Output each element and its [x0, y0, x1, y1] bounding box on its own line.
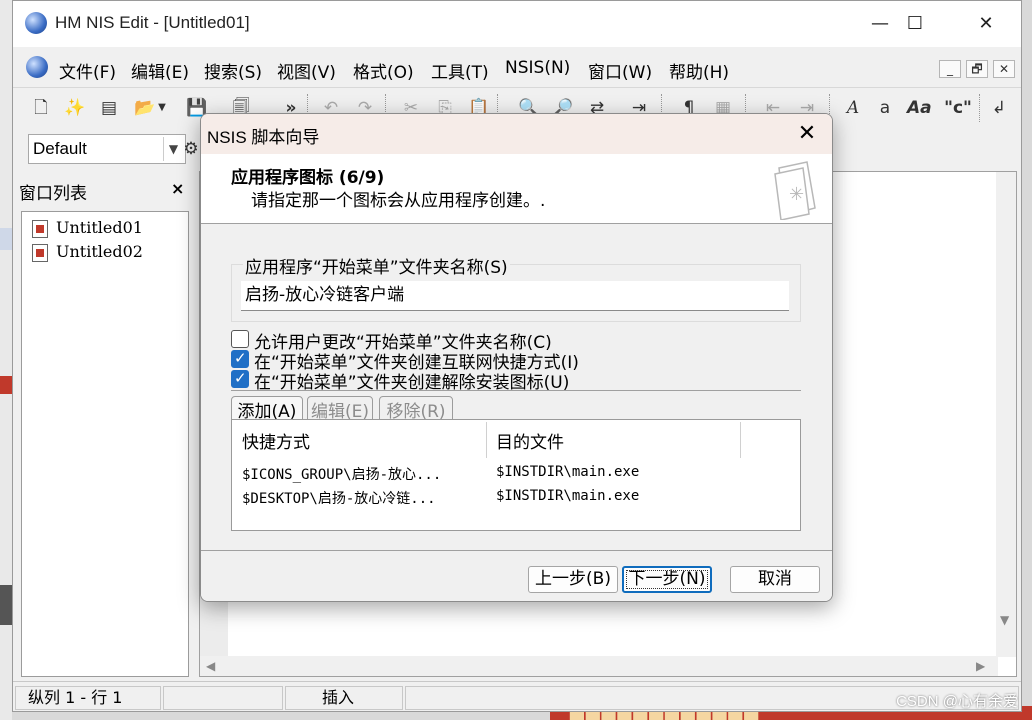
- start-menu-folder-input[interactable]: 启扬-放心冷链客户端: [241, 281, 789, 311]
- style-combo-value: Default: [33, 139, 87, 158]
- new-file-icon[interactable]: 🗋: [29, 96, 53, 120]
- menu-search[interactable]: 搜索(S): [204, 58, 262, 83]
- open-folder-icon[interactable]: 📂: [133, 96, 157, 120]
- dialog-close-button[interactable]: ✕: [782, 114, 832, 154]
- toolbar-separator: [979, 94, 980, 122]
- dialog-title: NSIS 脚本向导: [207, 128, 320, 147]
- nsis-script-icon: [32, 244, 48, 262]
- title-bar: HM NIS Edit - [Untitled01] — ☐ ✕: [13, 1, 1021, 47]
- window-list-panel: 窗口列表 × Untitled01 Untitled02: [15, 171, 195, 681]
- cancel-button[interactable]: 取消: [730, 566, 820, 593]
- mdi-close-button[interactable]: ✕: [993, 60, 1015, 78]
- font-icon[interactable]: A: [841, 96, 865, 120]
- status-cell-empty: [163, 686, 283, 710]
- nsis-wizard-dialog: NSIS 脚本向导 ✕ 应用程序图标 (6/9) 请指定那一个图标会从应用程序创…: [200, 113, 833, 602]
- lowercase-icon[interactable]: a: [873, 96, 897, 120]
- document-list: Untitled01 Untitled02: [21, 211, 189, 677]
- window-title: HM NIS Edit - [Untitled01]: [55, 13, 250, 32]
- close-button[interactable]: ✕: [957, 1, 1015, 47]
- checkbox-checked[interactable]: [231, 349, 249, 368]
- menu-format[interactable]: 格式(O): [353, 58, 414, 83]
- table-cell[interactable]: $ICONS_GROUP\启扬-放心...: [242, 464, 441, 484]
- watermark: CSDN @心有余爱: [896, 693, 1018, 710]
- background-fragment: [0, 376, 12, 394]
- background-fragment: [0, 585, 12, 625]
- column-separator[interactable]: [486, 422, 487, 458]
- mdi-minimize-button[interactable]: _: [939, 60, 961, 78]
- menu-help[interactable]: 帮助(H): [669, 58, 729, 83]
- next-button[interactable]: 下一步(N): [622, 566, 712, 593]
- template-icon[interactable]: ▤: [97, 96, 121, 120]
- wizard-icon[interactable]: ✨: [63, 96, 87, 120]
- nsis-script-icon: [32, 220, 48, 238]
- mdi-restore-button[interactable]: 🗗: [966, 60, 988, 78]
- status-bar: 纵列 1 - 行 1 插入: [13, 681, 1021, 711]
- step-subtitle: 请指定那一个图标会从应用程序创建。.: [251, 191, 546, 211]
- menu-window[interactable]: 窗口(W): [588, 58, 652, 83]
- horizontal-scrollbar[interactable]: ◀ ▶: [200, 656, 998, 676]
- checkbox-checked[interactable]: [231, 369, 249, 388]
- panel-close-button[interactable]: ×: [171, 179, 184, 198]
- app-logo-icon: [25, 12, 47, 34]
- cursor-position: 纵列 1 - 行 1: [15, 686, 161, 710]
- menu-file[interactable]: 文件(F): [59, 58, 116, 83]
- scroll-down-icon[interactable]: ▼: [1000, 613, 1009, 627]
- wrap-icon[interactable]: ↲: [987, 96, 1011, 120]
- menu-edit[interactable]: 编辑(E): [131, 58, 189, 83]
- document-menu-icon[interactable]: [26, 56, 48, 78]
- maximize-button[interactable]: ☐: [886, 1, 944, 47]
- document-wizard-icon: ✳: [774, 161, 816, 220]
- svg-text:✳: ✳: [789, 184, 804, 205]
- menu-bar: 文件(F) 编辑(E) 搜索(S) 视图(V) 格式(O) 工具(T) NSIS…: [13, 51, 1021, 85]
- step-title: 应用程序图标 (6/9): [231, 168, 385, 188]
- panel-title: 窗口列表: [19, 184, 87, 204]
- wizard-header: 应用程序图标 (6/9) 请指定那一个图标会从应用程序创建。. ✳: [201, 154, 832, 224]
- divider: [231, 390, 801, 391]
- column-header-target[interactable]: 目的文件: [496, 428, 564, 453]
- dropdown-icon[interactable]: ▼: [156, 96, 168, 120]
- table-cell[interactable]: $INSTDIR\main.exe: [496, 488, 639, 504]
- background-fragment: [0, 228, 12, 250]
- table-cell[interactable]: $INSTDIR\main.exe: [496, 464, 639, 480]
- style-combo[interactable]: Default ▼: [28, 134, 186, 164]
- shortcut-table: 快捷方式 目的文件 $ICONS_GROUP\启扬-放心... $INSTDIR…: [231, 419, 801, 531]
- menu-nsis[interactable]: NSIS(N): [505, 58, 570, 78]
- menu-tools[interactable]: 工具(T): [431, 58, 489, 83]
- column-separator[interactable]: [740, 422, 741, 458]
- insert-mode: 插入: [285, 686, 403, 710]
- dialog-footer: 上一步(B) 下一步(N) 取消: [201, 550, 832, 601]
- back-button[interactable]: 上一步(B): [528, 566, 618, 593]
- vertical-scrollbar[interactable]: ▼: [996, 172, 1016, 657]
- scroll-left-icon[interactable]: ◀: [206, 659, 215, 673]
- document-name: Untitled01: [56, 218, 143, 237]
- background-window-edge: [0, 0, 12, 720]
- scroll-right-icon[interactable]: ▶: [976, 659, 985, 673]
- case-toggle-icon[interactable]: Aa: [907, 96, 932, 120]
- menu-view[interactable]: 视图(V): [277, 58, 336, 83]
- table-cell[interactable]: $DESKTOP\启扬-放心冷链...: [242, 488, 436, 508]
- column-header-shortcut[interactable]: 快捷方式: [242, 428, 310, 453]
- document-name: Untitled02: [56, 242, 143, 261]
- quote-icon[interactable]: "c": [943, 96, 973, 120]
- checkbox-unchecked[interactable]: [231, 330, 249, 348]
- dialog-title-bar: NSIS 脚本向导 ✕: [201, 114, 832, 154]
- group-label: 应用程序“开始菜单”文件夹名称(S): [243, 253, 510, 278]
